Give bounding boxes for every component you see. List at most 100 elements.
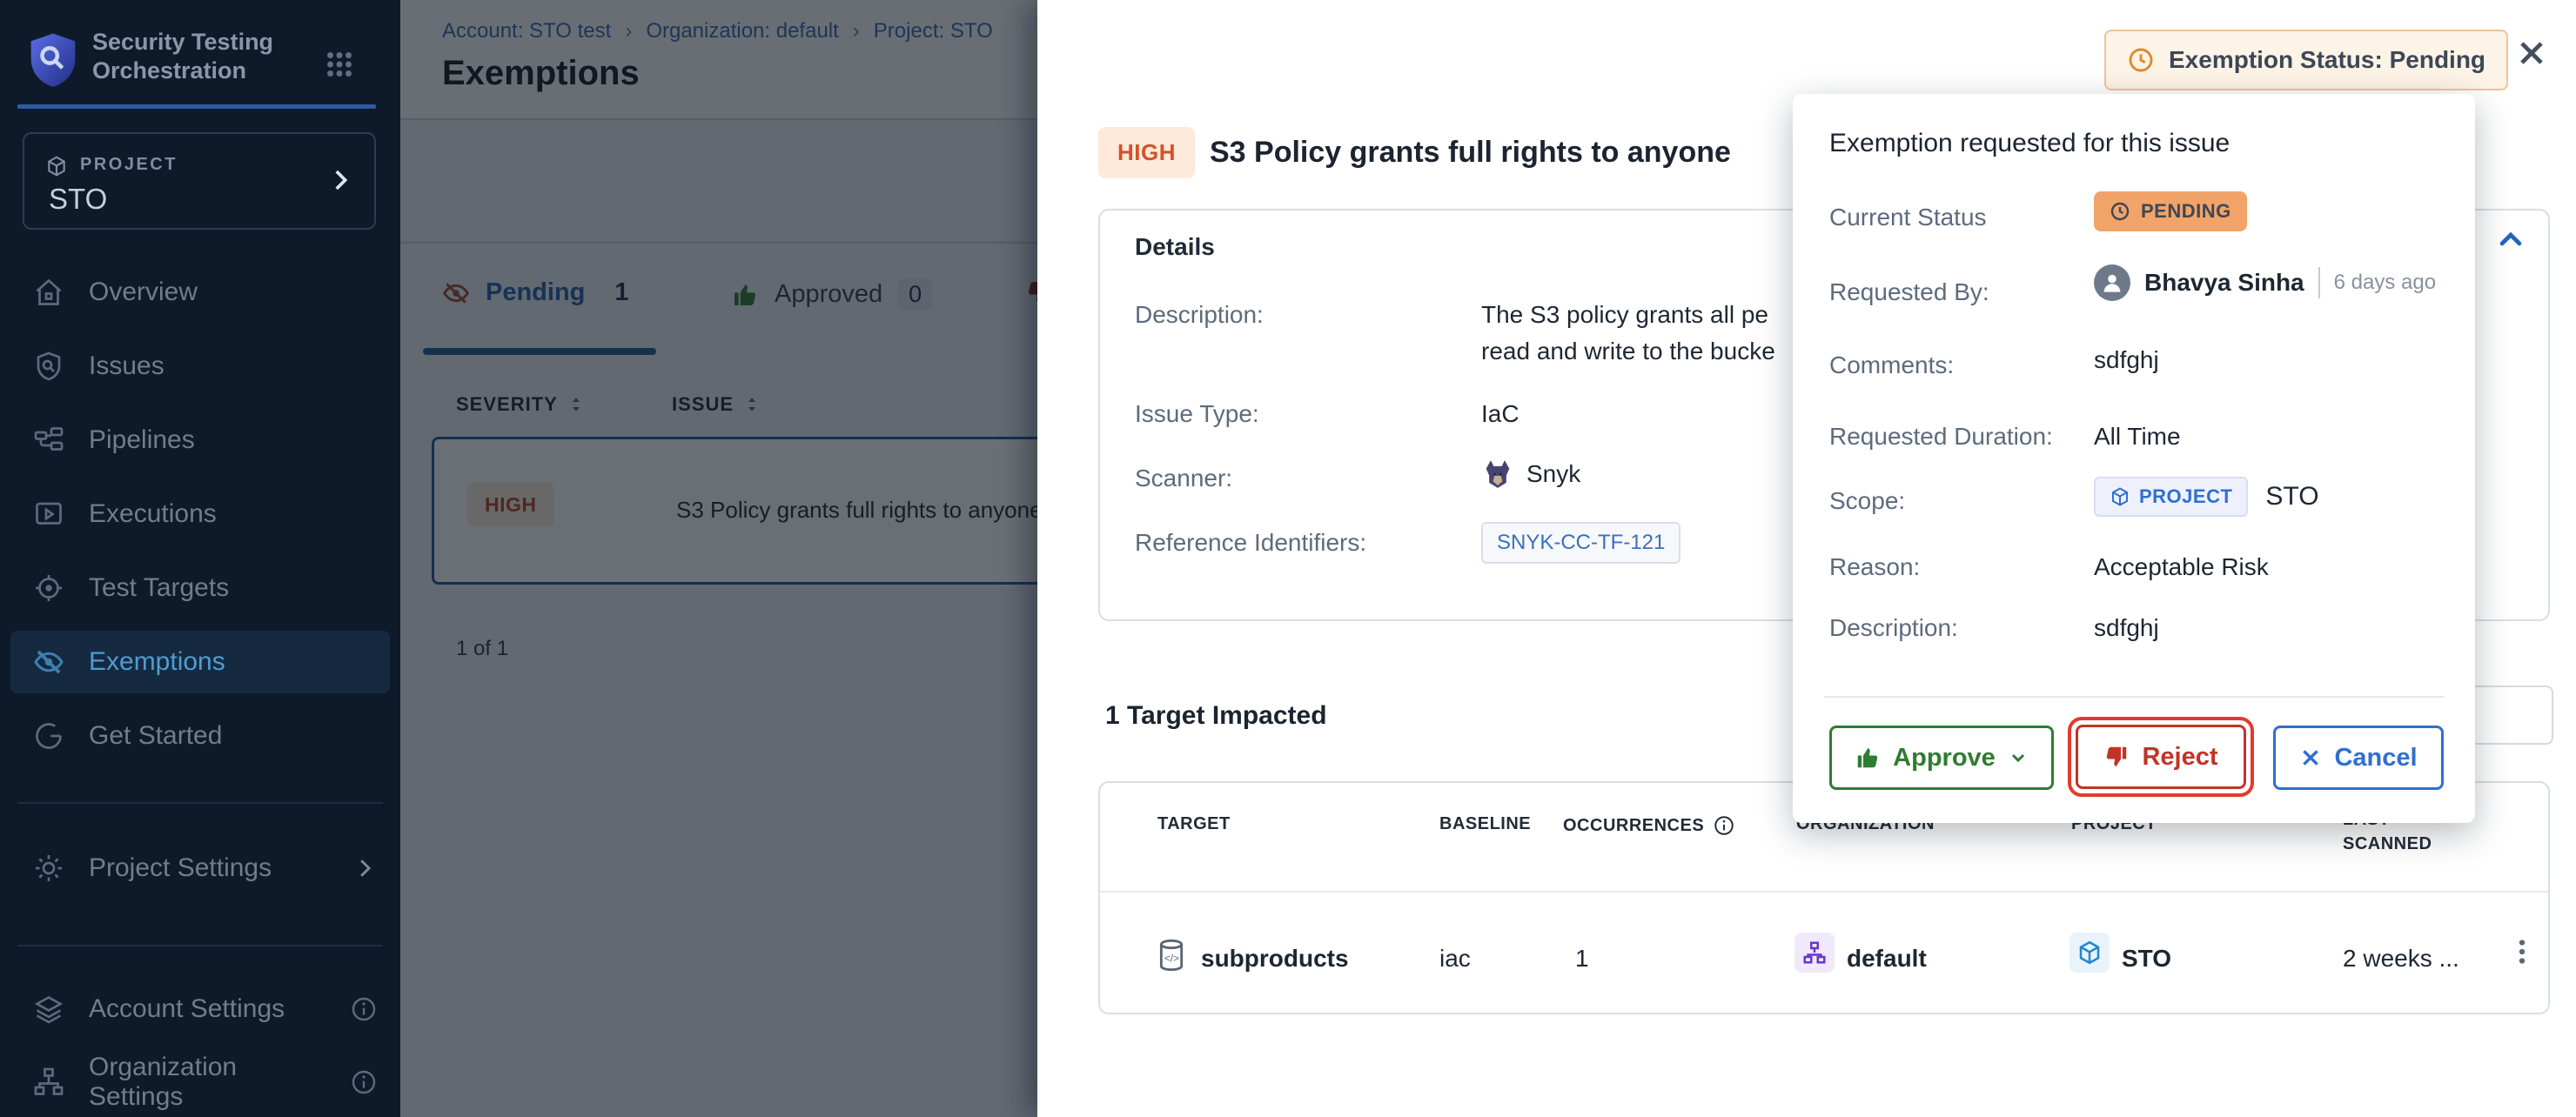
sidebar-item-account-settings[interactable]: Account Settings: [10, 978, 413, 1040]
sidebar-item-issues[interactable]: Issues: [10, 335, 390, 398]
sidebar-item-label: Overview: [89, 278, 198, 307]
avatar: [2094, 264, 2130, 301]
chevron-right-icon: [325, 165, 355, 195]
sidebar-item-label: Organization Settings: [89, 1053, 325, 1112]
pending-status-badge: PENDING: [2094, 191, 2247, 231]
sidebar-item-label: Pipelines: [89, 425, 195, 455]
description-label: Description:: [1829, 614, 1958, 642]
column-header-baseline: BASELINE: [1439, 814, 1531, 834]
scanner-label: Scanner:: [1135, 465, 1232, 492]
scanner-value: Snyk: [1481, 456, 1580, 492]
home-icon: [33, 277, 64, 308]
table-divider: [1100, 891, 2548, 893]
project-selector-label: PROJECT: [80, 155, 178, 175]
sidebar-item-label: Get Started: [89, 721, 222, 751]
project-selector-value: STO: [49, 183, 107, 216]
sidebar-item-exemptions[interactable]: Exemptions: [10, 631, 390, 693]
details-heading: Details: [1135, 233, 1215, 261]
cancel-button[interactable]: Cancel: [2273, 726, 2444, 790]
issue-type-value: IaC: [1481, 400, 1519, 428]
sidebar-item-label: Exemptions: [89, 647, 225, 677]
info-icon[interactable]: [350, 1068, 378, 1096]
sidebar-item-executions[interactable]: Executions: [10, 483, 390, 545]
sidebar-item-label: Executions: [89, 499, 217, 529]
duration-label: Requested Duration:: [1829, 423, 2053, 451]
sidebar-accent-divider: [17, 104, 376, 109]
chevron-up-icon[interactable]: [2496, 224, 2526, 254]
targets-heading: 1 Target Impacted: [1105, 701, 1327, 731]
reference-identifiers-label: Reference Identifiers:: [1135, 529, 1366, 557]
sidebar-item-test-targets[interactable]: Test Targets: [10, 557, 390, 619]
close-icon[interactable]: [2515, 37, 2548, 70]
project-cube-icon: [2070, 933, 2110, 973]
divider: [2318, 267, 2320, 298]
baseline-value: iac: [1439, 945, 1471, 973]
sidebar-item-label: Test Targets: [89, 573, 229, 603]
reason-label: Reason:: [1829, 553, 1920, 581]
column-header-target: TARGET: [1157, 814, 1231, 834]
sidebar: Security Testing Orchestration PROJECT S…: [0, 0, 400, 1117]
comments-value: sdfghj: [2094, 346, 2159, 374]
exemption-status-chip[interactable]: Exemption Status: Pending: [2104, 30, 2508, 90]
description-label: Description:: [1135, 301, 1264, 329]
popup-title: Exemption requested for this issue: [1829, 129, 2230, 158]
sidebar-item-overview[interactable]: Overview: [10, 261, 390, 324]
sidebar-item-get-started[interactable]: Get Started: [10, 705, 390, 767]
sidebar-item-organization-settings[interactable]: Organization Settings: [10, 1051, 413, 1114]
description-value-line2: read and write to the bucke: [1481, 338, 1775, 365]
occurrences-value: 1: [1575, 945, 1589, 973]
org-tree-icon: [33, 1067, 64, 1098]
reason-value: Acceptable Risk: [2094, 553, 2269, 581]
cube-icon: [2110, 486, 2130, 507]
requester-name: Bhavya Sinha: [2144, 269, 2304, 297]
sidebar-item-label: Project Settings: [89, 853, 272, 883]
cube-icon: [45, 155, 68, 177]
issue-title: S3 Policy grants full rights to anyone: [1210, 136, 1731, 170]
shield-search-icon: [33, 351, 64, 382]
organization-icon: [1794, 933, 1835, 973]
organization-name: default: [1847, 945, 1927, 973]
requested-by-value: Bhavya Sinha 6 days ago: [2094, 264, 2436, 301]
reject-button[interactable]: Reject: [2076, 725, 2246, 789]
svg-text:</>: </>: [1164, 953, 1179, 965]
severity-badge: HIGH: [1098, 127, 1195, 178]
sidebar-divider: [17, 802, 383, 804]
last-scanned-value: 2 weeks ...: [2343, 945, 2459, 973]
info-icon[interactable]: [1713, 814, 1735, 837]
target-name[interactable]: subproducts: [1201, 945, 1349, 973]
sidebar-item-label: Issues: [89, 351, 164, 381]
reference-identifier-chip[interactable]: SNYK-CC-TF-121: [1481, 522, 1680, 564]
sidebar-item-project-settings[interactable]: Project Settings: [10, 837, 413, 900]
requested-time-ago: 6 days ago: [2334, 271, 2436, 295]
eye-off-icon: [33, 646, 64, 678]
current-status-label: Current Status: [1829, 204, 1987, 231]
chevron-down-icon: [2008, 747, 2029, 768]
sidebar-divider: [17, 945, 383, 946]
project-selector[interactable]: PROJECT STO: [23, 132, 376, 230]
current-status-value: PENDING: [2094, 191, 2247, 231]
kebab-menu-icon[interactable]: [2506, 936, 2538, 967]
sidebar-nav: Overview Issues Pipelines: [10, 261, 390, 767]
module-grid-icon[interactable]: [324, 49, 355, 80]
layers-icon: [33, 993, 64, 1025]
bucket-icon: </>: [1154, 936, 1189, 974]
exemption-status-label: Exemption Status: Pending: [2169, 46, 2485, 74]
column-header-occurrences: OCCURRENCES: [1563, 814, 1735, 837]
gear-icon: [33, 853, 64, 884]
popup-divider: [1824, 696, 2444, 698]
chevron-right-icon: [352, 855, 378, 881]
approve-button[interactable]: Approve: [1829, 726, 2054, 790]
issue-type-label: Issue Type:: [1135, 400, 1259, 428]
pipelines-icon: [33, 425, 64, 456]
scope-project-badge: PROJECT: [2094, 477, 2248, 517]
info-icon[interactable]: [350, 995, 378, 1023]
x-icon: [2299, 746, 2322, 769]
clock-icon: [2127, 46, 2155, 74]
project-name: STO: [2122, 945, 2171, 973]
sidebar-item-pipelines[interactable]: Pipelines: [10, 409, 390, 472]
target-icon: [33, 572, 64, 604]
sidebar-item-label: Account Settings: [89, 994, 285, 1024]
thumbs-up-icon: [1855, 745, 1881, 771]
modal-dim-overlay: [400, 0, 1037, 1117]
description-value: sdfghj: [2094, 614, 2159, 642]
